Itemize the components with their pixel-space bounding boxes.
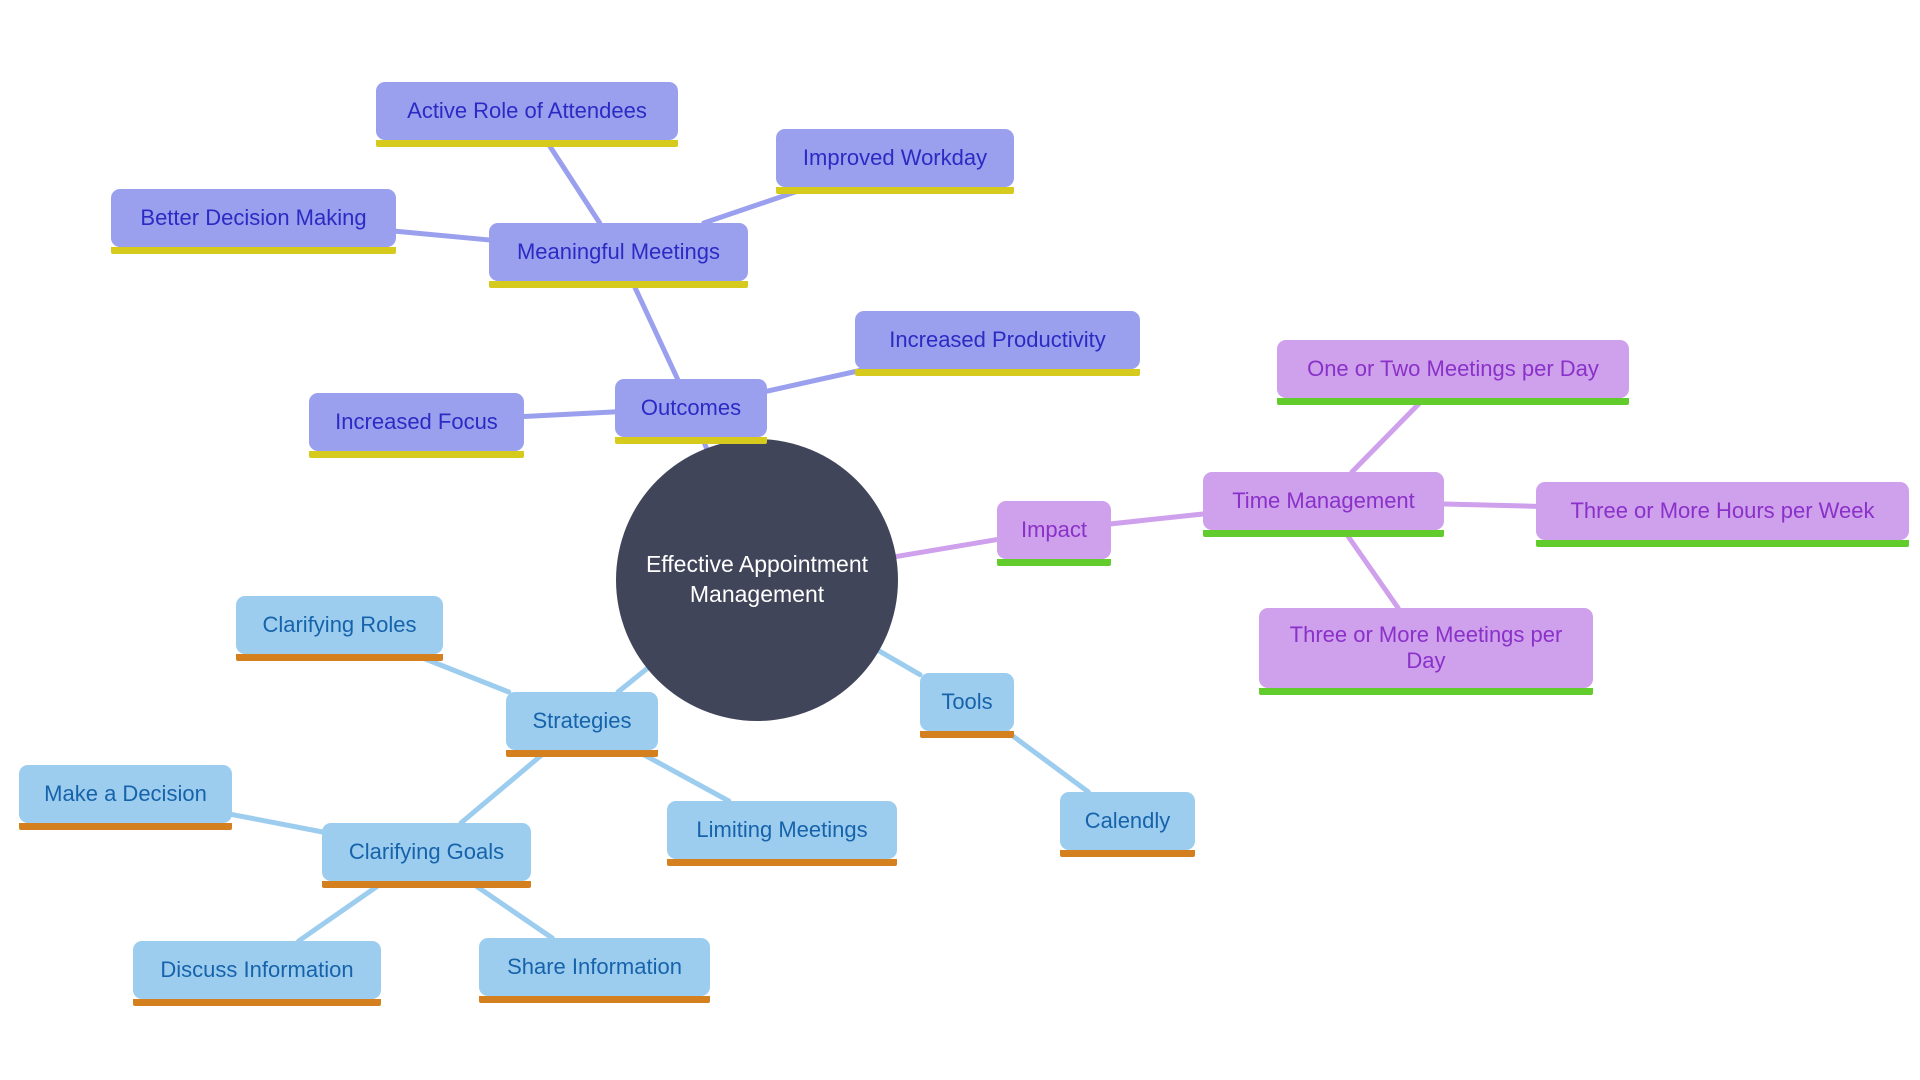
node-label: Tools xyxy=(941,688,993,714)
node-discuss-info[interactable]: Discuss Information xyxy=(133,941,381,1006)
node-label: Increased Productivity xyxy=(889,326,1106,352)
node-accent-underline xyxy=(920,731,1014,738)
node-label: Increased Focus xyxy=(335,408,498,434)
node-increased-prod[interactable]: Increased Productivity xyxy=(855,311,1140,376)
node-layer: Effective Appointment Management Active R… xyxy=(0,0,1920,1080)
node-three-meetings[interactable]: Three or More Meetings per Day xyxy=(1259,608,1593,695)
node-three-hours[interactable]: Three or More Hours per Week xyxy=(1536,482,1909,547)
node-label: Calendly xyxy=(1084,807,1171,833)
node-share-info[interactable]: Share Information xyxy=(479,938,710,1003)
node-accent-underline xyxy=(376,140,678,147)
node-accent-underline xyxy=(776,187,1014,194)
node-time-management[interactable]: Time Management xyxy=(1203,472,1444,537)
node-calendly[interactable]: Calendly xyxy=(1060,792,1195,857)
node-accent-underline xyxy=(855,369,1140,376)
node-accent-underline xyxy=(133,999,381,1006)
node-label: Meaningful Meetings xyxy=(516,238,720,264)
node-label: Clarifying Goals xyxy=(348,838,505,864)
node-meaningful[interactable]: Meaningful Meetings xyxy=(489,223,748,288)
node-label: Time Management xyxy=(1232,487,1415,513)
node-label: Share Information xyxy=(507,953,682,979)
node-label: Better Decision Making xyxy=(140,204,367,230)
node-active-role[interactable]: Active Role of Attendees xyxy=(376,82,678,147)
node-accent-underline xyxy=(1536,540,1909,547)
node-label: Make a Decision xyxy=(44,780,207,806)
node-accent-underline xyxy=(19,823,232,830)
node-one-two-meetings[interactable]: One or Two Meetings per Day xyxy=(1277,340,1629,405)
node-accent-underline xyxy=(236,654,443,661)
node-improved-workday[interactable]: Improved Workday xyxy=(776,129,1014,194)
node-clarifying-roles[interactable]: Clarifying Roles xyxy=(236,596,443,661)
node-accent-underline xyxy=(489,281,748,288)
node-accent-underline xyxy=(322,881,531,888)
node-label: One or Two Meetings per Day xyxy=(1307,355,1599,381)
node-increased-focus[interactable]: Increased Focus xyxy=(309,393,524,458)
node-clarifying-goals[interactable]: Clarifying Goals xyxy=(322,823,531,888)
node-label: Three or More Hours per Week xyxy=(1570,497,1875,523)
node-outcomes[interactable]: Outcomes xyxy=(615,379,767,444)
node-accent-underline xyxy=(1060,850,1195,857)
node-label: Limiting Meetings xyxy=(696,816,868,842)
node-label: Discuss Information xyxy=(160,956,354,982)
node-accent-underline xyxy=(1259,688,1593,695)
node-label: Strategies xyxy=(532,707,632,733)
central-node-label: Effective Appointment Management xyxy=(645,551,869,607)
node-strategies[interactable]: Strategies xyxy=(506,692,658,757)
node-label: Three or More Meetings per Day xyxy=(1289,621,1563,673)
node-label: Impact xyxy=(1020,516,1088,542)
node-accent-underline xyxy=(479,996,710,1003)
node-make-decision[interactable]: Make a Decision xyxy=(19,765,232,830)
node-label: Clarifying Roles xyxy=(262,611,417,637)
node-limiting[interactable]: Limiting Meetings xyxy=(667,801,897,866)
node-accent-underline xyxy=(1203,530,1444,537)
mindmap-canvas: Effective Appointment Management Active R… xyxy=(0,0,1920,1080)
node-accent-underline xyxy=(111,247,396,254)
node-impact[interactable]: Impact xyxy=(997,501,1111,566)
node-accent-underline xyxy=(997,559,1111,566)
node-accent-underline xyxy=(615,437,767,444)
node-label: Improved Workday xyxy=(802,144,988,170)
node-label: Outcomes xyxy=(640,394,742,420)
node-accent-underline xyxy=(667,859,897,866)
node-accent-underline xyxy=(309,451,524,458)
node-better-decision[interactable]: Better Decision Making xyxy=(111,189,396,254)
central-node-effective-appointment-management[interactable]: Effective Appointment Management xyxy=(616,439,898,721)
node-label: Active Role of Attendees xyxy=(407,97,647,123)
node-accent-underline xyxy=(1277,398,1629,405)
node-accent-underline xyxy=(506,750,658,757)
node-tools[interactable]: Tools xyxy=(920,673,1014,738)
